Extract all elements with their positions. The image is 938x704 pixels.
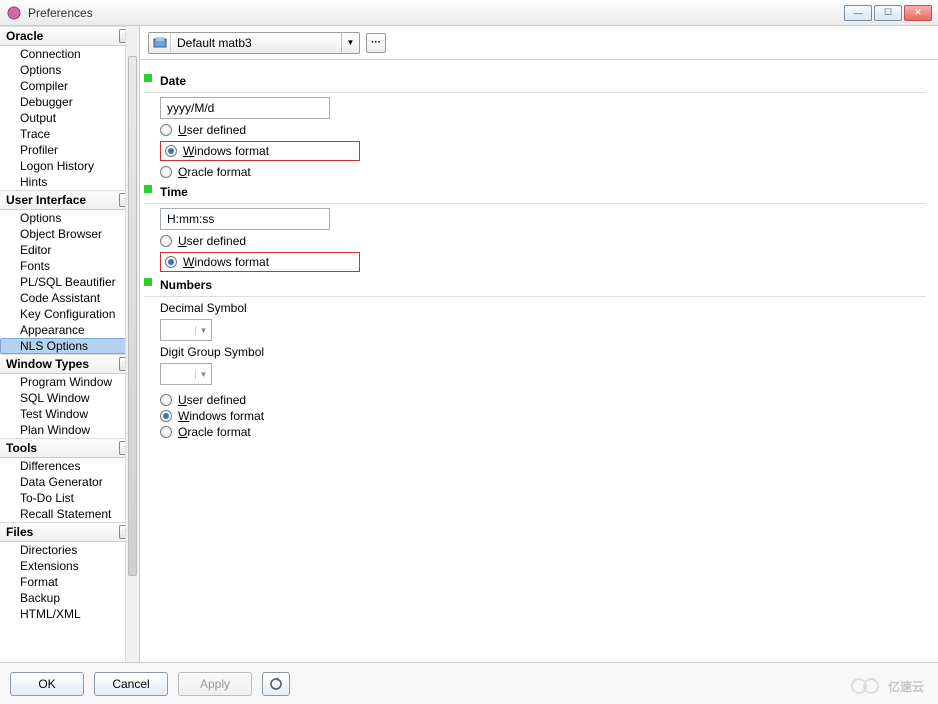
- sidebar-item-backup[interactable]: Backup: [0, 590, 139, 606]
- time-user-defined-label: User defined: [178, 234, 246, 248]
- numbers-windows-format-label: Windows format: [178, 409, 264, 423]
- sidebar-item-hints[interactable]: Hints: [0, 174, 139, 190]
- date-oracle-format-label: Oracle format: [178, 165, 251, 179]
- date-user-defined-radio[interactable]: [160, 124, 172, 136]
- chevron-down-icon[interactable]: ▼: [195, 370, 211, 379]
- section-numbers-header: Numbers: [144, 276, 926, 297]
- numbers-user-defined-label: User defined: [178, 393, 246, 407]
- maximize-button[interactable]: ☐: [874, 5, 902, 21]
- category-label: Window Types: [6, 357, 89, 371]
- sidebar-item-todo-list[interactable]: To-Do List: [0, 490, 139, 506]
- time-windows-format-radio[interactable]: [165, 256, 177, 268]
- chevron-down-icon[interactable]: ▼: [341, 33, 359, 53]
- modified-indicator-icon: [144, 185, 152, 193]
- sidebar-item-data-generator[interactable]: Data Generator: [0, 474, 139, 490]
- sidebar-item-logon-history[interactable]: Logon History: [0, 158, 139, 174]
- date-windows-format-highlight: Windows format: [160, 141, 360, 161]
- cancel-button[interactable]: Cancel: [94, 672, 168, 696]
- watermark-text: 亿速云: [888, 678, 924, 695]
- modified-indicator-icon: [144, 278, 152, 286]
- time-user-defined-radio[interactable]: [160, 235, 172, 247]
- window-title: Preferences: [28, 6, 844, 20]
- date-format-input[interactable]: [160, 97, 330, 119]
- minimize-button[interactable]: —: [844, 5, 872, 21]
- category-header-oracle[interactable]: Oracle ▼: [0, 26, 139, 46]
- date-user-defined-label: User defined: [178, 123, 246, 137]
- sidebar-item-profiler[interactable]: Profiler: [0, 142, 139, 158]
- section-date-header: Date: [144, 72, 926, 93]
- category-label: Tools: [6, 441, 37, 455]
- footer: OK Cancel Apply 亿速云: [0, 662, 938, 704]
- numbers-windows-format-radio[interactable]: [160, 410, 172, 422]
- numbers-oracle-format-label: Oracle format: [178, 425, 251, 439]
- sidebar-item-plan-window[interactable]: Plan Window: [0, 422, 139, 438]
- section-time-title: Time: [160, 185, 188, 199]
- gear-refresh-icon: [269, 677, 283, 691]
- sidebar-item-nls-options[interactable]: NLS Options: [0, 338, 139, 354]
- sidebar-item-debugger[interactable]: Debugger: [0, 94, 139, 110]
- app-icon: [6, 5, 22, 21]
- sidebar-item-differences[interactable]: Differences: [0, 458, 139, 474]
- help-button[interactable]: [262, 672, 290, 696]
- sidebar-item-extensions[interactable]: Extensions: [0, 558, 139, 574]
- sidebar-item-test-window[interactable]: Test Window: [0, 406, 139, 422]
- category-header-tools[interactable]: Tools ▼: [0, 438, 139, 458]
- sidebar-item-program-window[interactable]: Program Window: [0, 374, 139, 390]
- category-label: User Interface: [6, 193, 86, 207]
- apply-button[interactable]: Apply: [178, 672, 252, 696]
- date-windows-format-radio[interactable]: [165, 145, 177, 157]
- sidebar-item-format[interactable]: Format: [0, 574, 139, 590]
- sidebar-item-plsql-beautifier[interactable]: PL/SQL Beautifier: [0, 274, 139, 290]
- sidebar-item-code-assistant[interactable]: Code Assistant: [0, 290, 139, 306]
- close-button[interactable]: ✕: [904, 5, 932, 21]
- sidebar-item-directories[interactable]: Directories: [0, 542, 139, 558]
- preset-icon: [149, 33, 171, 53]
- time-windows-format-label: Windows format: [183, 255, 269, 269]
- category-header-window-types[interactable]: Window Types ▼: [0, 354, 139, 374]
- preset-combo[interactable]: Default matb3 ▼: [148, 32, 360, 54]
- digit-group-symbol-label: Digit Group Symbol: [144, 345, 926, 359]
- sidebar-item-connection[interactable]: Connection: [0, 46, 139, 62]
- time-windows-format-highlight: Windows format: [160, 252, 360, 272]
- ok-button[interactable]: OK: [10, 672, 84, 696]
- settings-pane: Date User defined Windows format Oracle …: [140, 60, 938, 662]
- time-format-input[interactable]: [160, 208, 330, 230]
- preset-more-button[interactable]: ···: [366, 33, 386, 53]
- section-time-header: Time: [144, 183, 926, 204]
- decimal-symbol-combo[interactable]: ▼: [160, 319, 212, 341]
- sidebar-item-trace[interactable]: Trace: [0, 126, 139, 142]
- sidebar-item-compiler[interactable]: Compiler: [0, 78, 139, 94]
- category-header-files[interactable]: Files ▼: [0, 522, 139, 542]
- sidebar-item-object-browser[interactable]: Object Browser: [0, 226, 139, 242]
- sidebar-item-html-xml[interactable]: HTML/XML: [0, 606, 139, 622]
- section-numbers-title: Numbers: [160, 278, 212, 292]
- category-label: Oracle: [6, 29, 43, 43]
- digit-group-symbol-combo[interactable]: ▼: [160, 363, 212, 385]
- preset-label: Default matb3: [171, 36, 341, 50]
- sidebar-item-output[interactable]: Output: [0, 110, 139, 126]
- sidebar-item-fonts[interactable]: Fonts: [0, 258, 139, 274]
- sidebar-item-recall-statement[interactable]: Recall Statement: [0, 506, 139, 522]
- preset-toolbar: Default matb3 ▼ ···: [140, 26, 938, 60]
- sidebar-item-appearance[interactable]: Appearance: [0, 322, 139, 338]
- decimal-symbol-label: Decimal Symbol: [144, 301, 926, 315]
- sidebar-item-ui-options[interactable]: Options: [0, 210, 139, 226]
- modified-indicator-icon: [144, 74, 152, 82]
- sidebar-item-options[interactable]: Options: [0, 62, 139, 78]
- titlebar: Preferences — ☐ ✕: [0, 0, 938, 26]
- category-sidebar: Oracle ▼ Connection Options Compiler Deb…: [0, 26, 140, 662]
- watermark: 亿速云: [850, 676, 924, 696]
- date-windows-format-label: Windows format: [183, 144, 269, 158]
- category-label: Files: [6, 525, 33, 539]
- category-header-user-interface[interactable]: User Interface ▼: [0, 190, 139, 210]
- section-date-title: Date: [160, 74, 186, 88]
- numbers-user-defined-radio[interactable]: [160, 394, 172, 406]
- sidebar-item-sql-window[interactable]: SQL Window: [0, 390, 139, 406]
- numbers-oracle-format-radio[interactable]: [160, 426, 172, 438]
- sidebar-scrollbar[interactable]: [125, 26, 139, 662]
- sidebar-item-key-configuration[interactable]: Key Configuration: [0, 306, 139, 322]
- chevron-down-icon[interactable]: ▼: [195, 326, 211, 335]
- sidebar-item-editor[interactable]: Editor: [0, 242, 139, 258]
- date-oracle-format-radio[interactable]: [160, 166, 172, 178]
